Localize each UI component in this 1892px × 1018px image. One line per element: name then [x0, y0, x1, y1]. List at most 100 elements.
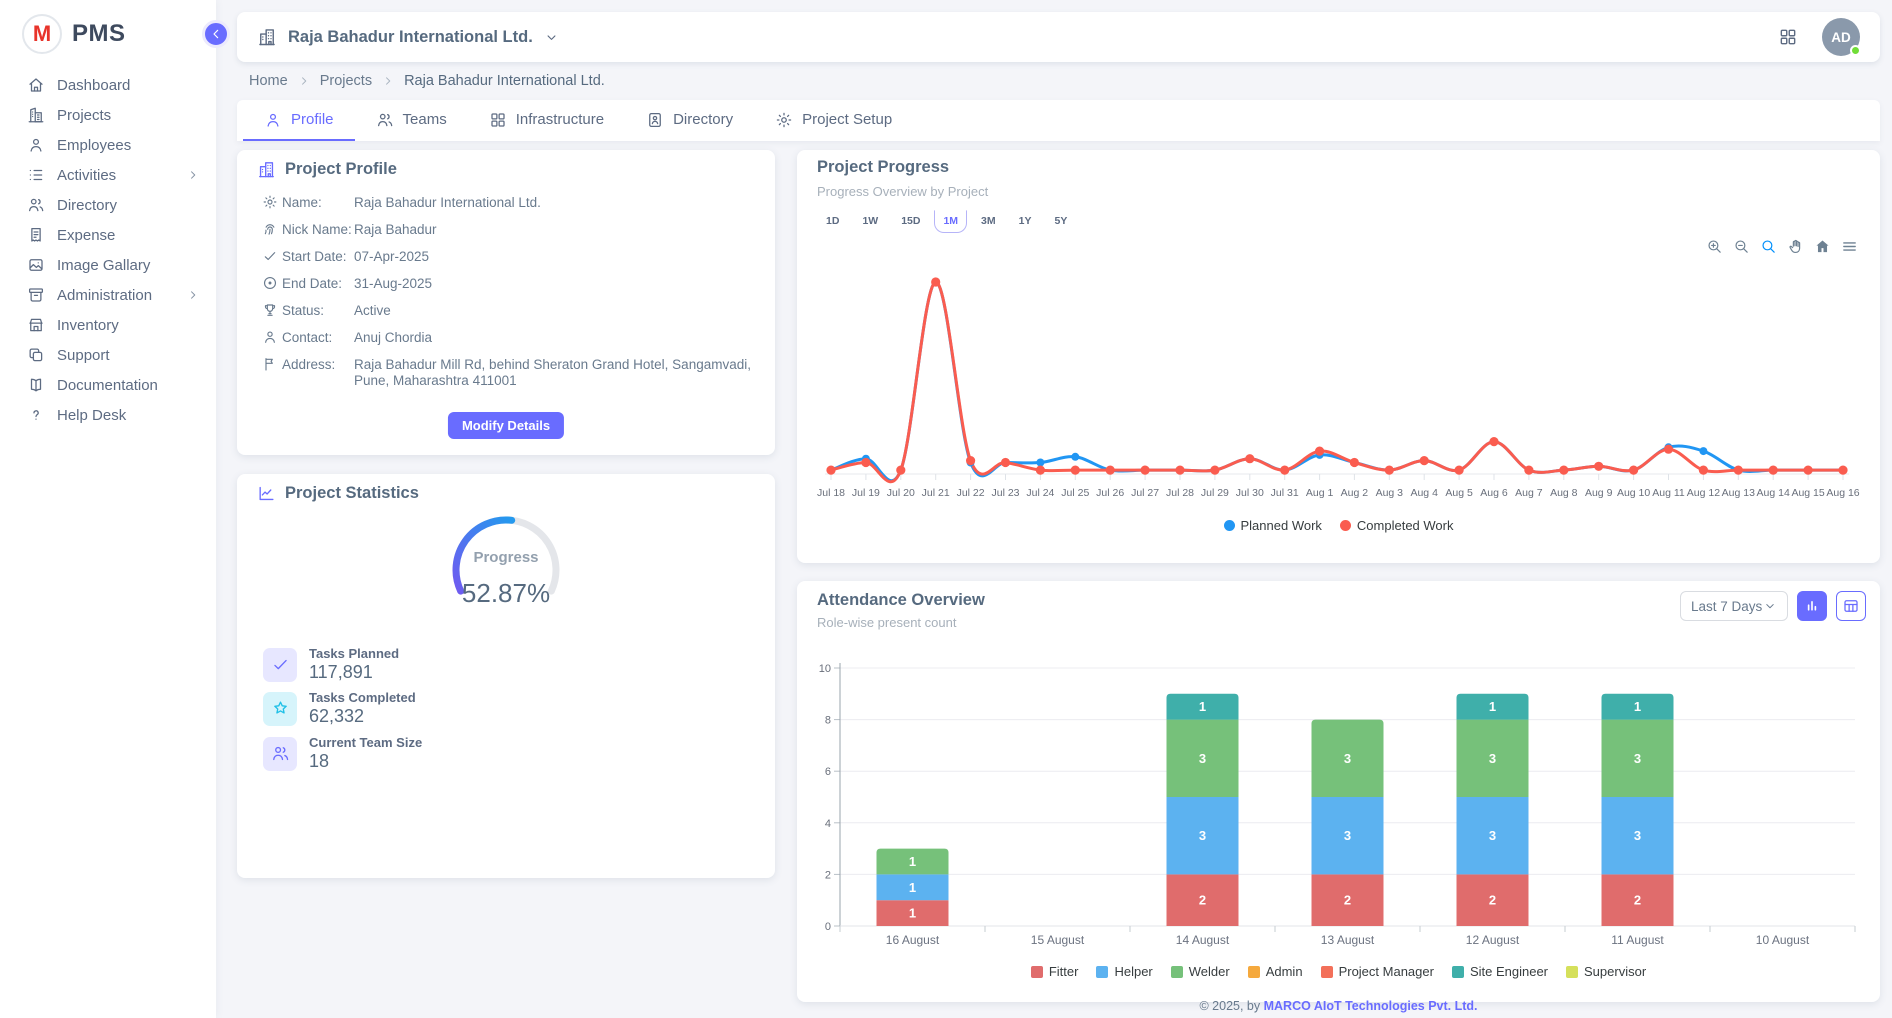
sidebar-item-label: Inventory: [57, 317, 200, 334]
range-1m[interactable]: 1M: [934, 210, 967, 233]
date-range-select[interactable]: Last 7 Days: [1680, 591, 1788, 621]
field-label: Start Date:: [282, 249, 354, 264]
sidebar-collapse-button[interactable]: [202, 20, 230, 48]
legend-label: Welder: [1189, 964, 1230, 979]
sidebar-item-image-gallary[interactable]: Image Gallary: [0, 250, 216, 280]
svg-text:8: 8: [825, 715, 831, 727]
range-15d[interactable]: 15D: [892, 210, 929, 233]
sidebar-item-label: Image Gallary: [57, 257, 200, 274]
field-label: Status:: [282, 303, 354, 318]
sidebar-item-employees[interactable]: Employees: [0, 130, 216, 160]
field-value: Raja Bahadur Mill Rd, behind Sheraton Gr…: [354, 357, 757, 389]
breadcrumb-raja-bahadur-international-ltd-: Raja Bahadur International Ltd.: [404, 73, 605, 89]
sidebar-item-label: Projects: [57, 107, 200, 124]
legend-label: Helper: [1114, 964, 1152, 979]
tab-infrastructure[interactable]: Infrastructure: [468, 100, 625, 141]
profile-field-status: Status:Active: [262, 303, 757, 319]
svg-text:Aug 15: Aug 15: [1791, 487, 1824, 499]
legend-project-manager[interactable]: Project Manager: [1321, 964, 1434, 979]
svg-text:Jul 23: Jul 23: [991, 487, 1019, 499]
bar-chart-view-button[interactable]: [1797, 591, 1827, 621]
range-3m[interactable]: 3M: [972, 210, 1005, 233]
fingerprint-icon: [262, 222, 282, 237]
modify-details-button[interactable]: Modify Details: [448, 412, 564, 439]
footer-company-link[interactable]: MARCO AIoT Technologies Pvt. Ltd.: [1264, 999, 1478, 1013]
breadcrumb-home[interactable]: Home: [249, 73, 288, 89]
apps-grid-icon[interactable]: [1778, 27, 1798, 47]
progress-line-chart-plot[interactable]: Jul 18Jul 19Jul 20Jul 21Jul 22Jul 23Jul …: [815, 250, 1862, 510]
svg-text:15 August: 15 August: [1031, 933, 1085, 947]
legend-planned-work[interactable]: Planned Work: [1224, 518, 1322, 533]
sidebar-item-documentation[interactable]: Documentation: [0, 370, 216, 400]
tab-profile[interactable]: Profile: [243, 100, 355, 141]
svg-text:2: 2: [1199, 893, 1206, 908]
company-building-icon: [257, 27, 277, 47]
sidebar-item-administration[interactable]: Administration: [0, 280, 216, 310]
svg-text:1: 1: [1199, 699, 1206, 714]
sidebar-item-expense[interactable]: Expense: [0, 220, 216, 250]
range-1d[interactable]: 1D: [817, 210, 848, 233]
svg-text:2: 2: [1489, 893, 1496, 908]
breadcrumb-projects[interactable]: Projects: [320, 73, 372, 89]
logo[interactable]: M PMS: [0, 0, 216, 64]
pms-logo-icon: M: [22, 14, 62, 54]
sidebar: M PMS Dashboard Projects EmployeesActiviti…: [0, 0, 216, 1018]
chevron-down-icon: [1763, 599, 1777, 613]
bar-chart-icon: [1803, 597, 1821, 615]
table-icon: [1842, 597, 1860, 615]
app-root: M PMS Dashboard Projects EmployeesActiviti…: [0, 0, 1892, 1018]
legend-marker: [1224, 520, 1235, 531]
svg-text:Aug 8: Aug 8: [1550, 487, 1578, 499]
profile-field-address: Address:Raja Bahadur Mill Rd, behind She…: [262, 357, 757, 389]
project-statistics-card: Project Statistics Progress52.87% Tasks …: [237, 474, 775, 878]
sidebar-item-support[interactable]: Support: [0, 340, 216, 370]
table-view-button[interactable]: [1836, 591, 1866, 621]
range-5y[interactable]: 5Y: [1045, 210, 1076, 233]
field-value: 07-Apr-2025: [354, 249, 757, 265]
range-1w[interactable]: 1W: [853, 210, 887, 233]
legend-site-engineer[interactable]: Site Engineer: [1452, 964, 1548, 979]
legend-completed-work[interactable]: Completed Work: [1340, 518, 1454, 533]
tab-label: Directory: [673, 111, 733, 128]
check-icon: [271, 655, 290, 674]
tab-directory[interactable]: Directory: [625, 100, 754, 141]
field-value: Active: [354, 303, 757, 319]
legend-label: Supervisor: [1584, 964, 1646, 979]
sidebar-item-activities[interactable]: Activities: [0, 160, 216, 190]
sidebar-item-dashboard[interactable]: Dashboard: [0, 70, 216, 100]
home-icon: [27, 76, 45, 94]
sidebar-item-help-desk[interactable]: Help Desk: [0, 400, 216, 430]
legend-marker: [1031, 966, 1043, 978]
legend-label: Project Manager: [1339, 964, 1434, 979]
online-status-dot: [1850, 45, 1861, 56]
sidebar-item-projects[interactable]: Projects: [0, 100, 216, 130]
legend-marker: [1566, 966, 1578, 978]
svg-text:Jul 27: Jul 27: [1131, 487, 1159, 499]
breadcrumb-separator-icon: [381, 74, 395, 88]
legend-helper[interactable]: Helper: [1096, 964, 1152, 979]
legend-label: Fitter: [1049, 964, 1079, 979]
gear-icon: [262, 195, 282, 210]
company-selector[interactable]: Raja Bahadur International Ltd.: [257, 27, 559, 47]
legend-welder[interactable]: Welder: [1171, 964, 1230, 979]
sidebar-item-inventory[interactable]: Inventory: [0, 310, 216, 340]
tab-teams[interactable]: Teams: [355, 100, 468, 141]
copyright-text: © 2025, by: [1199, 999, 1263, 1013]
chevron-down-icon: [544, 30, 559, 45]
range-1y[interactable]: 1Y: [1010, 210, 1041, 233]
tab-project-setup[interactable]: Project Setup: [754, 100, 913, 141]
time-range-selector: 1D1W15D1M3M1Y5Y: [817, 210, 1076, 233]
avatar[interactable]: AD: [1822, 18, 1860, 56]
svg-text:3: 3: [1344, 751, 1351, 766]
sidebar-item-directory[interactable]: Directory: [0, 190, 216, 220]
tab-bar: ProfileTeamsInfrastructure Directory Proje…: [237, 100, 1880, 141]
book-icon: [27, 376, 45, 394]
legend-label: Planned Work: [1241, 518, 1322, 533]
legend-supervisor[interactable]: Supervisor: [1566, 964, 1646, 979]
list-icon: [27, 166, 45, 184]
legend-fitter[interactable]: Fitter: [1031, 964, 1079, 979]
legend-label: Admin: [1266, 964, 1303, 979]
legend-admin[interactable]: Admin: [1248, 964, 1303, 979]
attendance-bar-chart-plot[interactable]: 024681011116 August15 August233114 Augus…: [817, 659, 1862, 959]
sidebar-item-label: Documentation: [57, 377, 200, 394]
